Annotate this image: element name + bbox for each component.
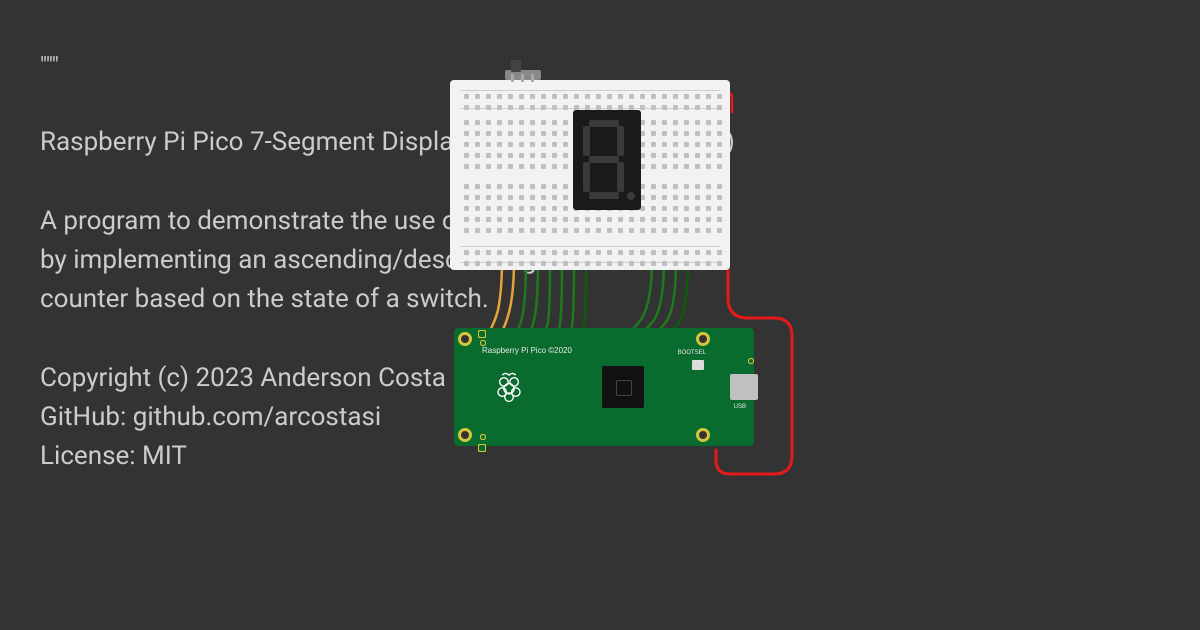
usb-port-icon: [730, 374, 758, 400]
slide-switch: [505, 64, 541, 80]
usb-label: USB: [734, 404, 746, 410]
circuit-diagram: Raspberry Pi Pico ©2020 BOOTSEL USB: [430, 60, 860, 480]
raspberry-pi-pico: Raspberry Pi Pico ©2020 BOOTSEL USB: [454, 328, 754, 446]
raspberry-pi-logo-icon: [492, 370, 526, 404]
bootsel-button: [692, 360, 704, 370]
rp2040-chip-icon: [602, 366, 644, 408]
seven-segment-display: [573, 110, 641, 210]
pico-board-label2: Raspberry Pi Pico ©2020: [482, 346, 572, 355]
bootsel-label: BOOTSEL: [678, 350, 706, 356]
